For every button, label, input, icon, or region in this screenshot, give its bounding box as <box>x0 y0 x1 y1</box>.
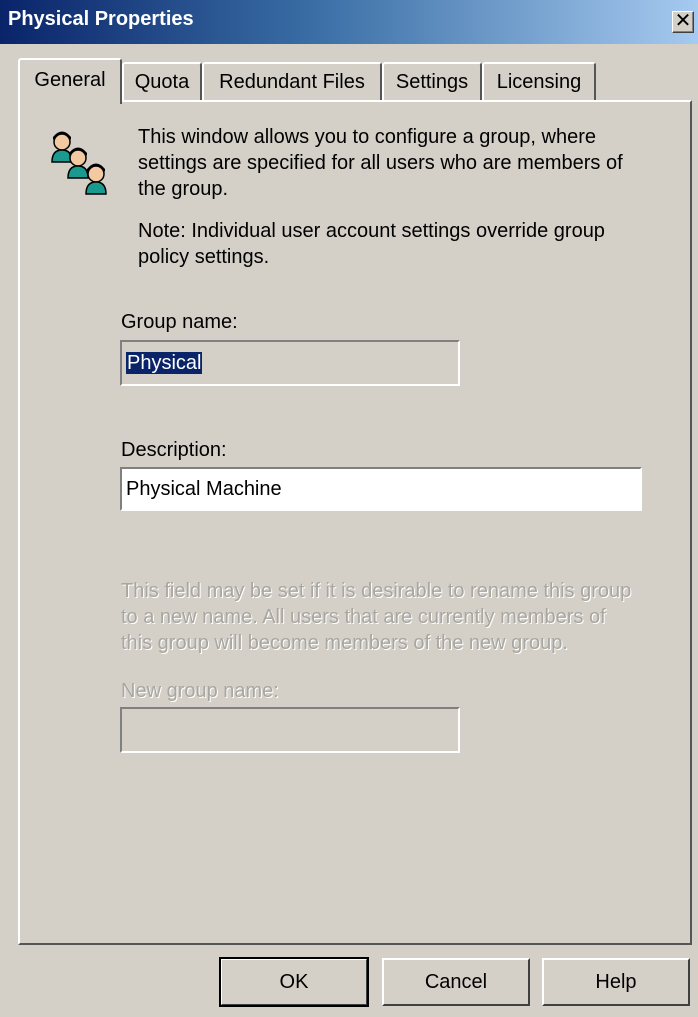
window-title: Physical Properties <box>8 8 194 30</box>
ok-button-label: OK <box>279 971 309 993</box>
tab-settings-label: Settings <box>395 71 469 93</box>
cancel-button-label: Cancel <box>424 971 488 993</box>
tab-redundant-files[interactable]: Redundant Files <box>202 62 382 100</box>
group-name-label: Group name: <box>121 311 238 333</box>
tab-general-label: General <box>34 69 106 91</box>
new-group-name-field[interactable] <box>120 707 460 753</box>
note-text: Note: Individual user account settings o… <box>138 218 605 270</box>
title-bar: Physical Properties ✕ <box>0 0 698 44</box>
group-name-value: Physical <box>126 352 203 374</box>
users-group-icon <box>51 131 107 195</box>
rename-help-line: this group will become members of the ne… <box>121 632 568 654</box>
description-value: Physical Machine <box>126 478 282 500</box>
tab-licensing[interactable]: Licensing <box>482 62 596 100</box>
description-field[interactable]: Physical Machine <box>120 467 642 511</box>
tab-general[interactable]: General <box>18 58 122 104</box>
rename-help-text: This field may be set if it is desirable… <box>121 578 631 656</box>
note-line: Note: Individual user account settings o… <box>138 220 605 242</box>
tab-quota[interactable]: Quota <box>122 62 202 100</box>
tab-quota-label: Quota <box>134 71 190 93</box>
note-line: policy settings. <box>138 246 270 268</box>
rename-help-line: This field may be set if it is desirable… <box>121 580 632 602</box>
group-name-field[interactable]: Physical <box>120 340 460 386</box>
tab-settings[interactable]: Settings <box>382 62 482 100</box>
help-button[interactable]: Help <box>542 958 690 1006</box>
tab-redundant-files-label: Redundant Files <box>219 71 365 93</box>
new-group-name-label: New group name: <box>121 680 279 702</box>
close-button[interactable]: ✕ <box>672 11 694 33</box>
help-button-label: Help <box>595 971 637 993</box>
close-icon: ✕ <box>674 10 692 32</box>
intro-line: settings are specified for all users who… <box>138 152 623 174</box>
ok-button[interactable]: OK <box>219 957 369 1007</box>
tab-licensing-label: Licensing <box>496 71 582 93</box>
rename-help-line: to a new name. All users that are curren… <box>121 606 606 628</box>
intro-line: This window allows you to configure a gr… <box>138 126 597 148</box>
cancel-button[interactable]: Cancel <box>382 958 530 1006</box>
description-label: Description: <box>121 439 227 461</box>
intro-text: This window allows you to configure a gr… <box>138 124 623 202</box>
intro-line: the group. <box>138 178 229 200</box>
